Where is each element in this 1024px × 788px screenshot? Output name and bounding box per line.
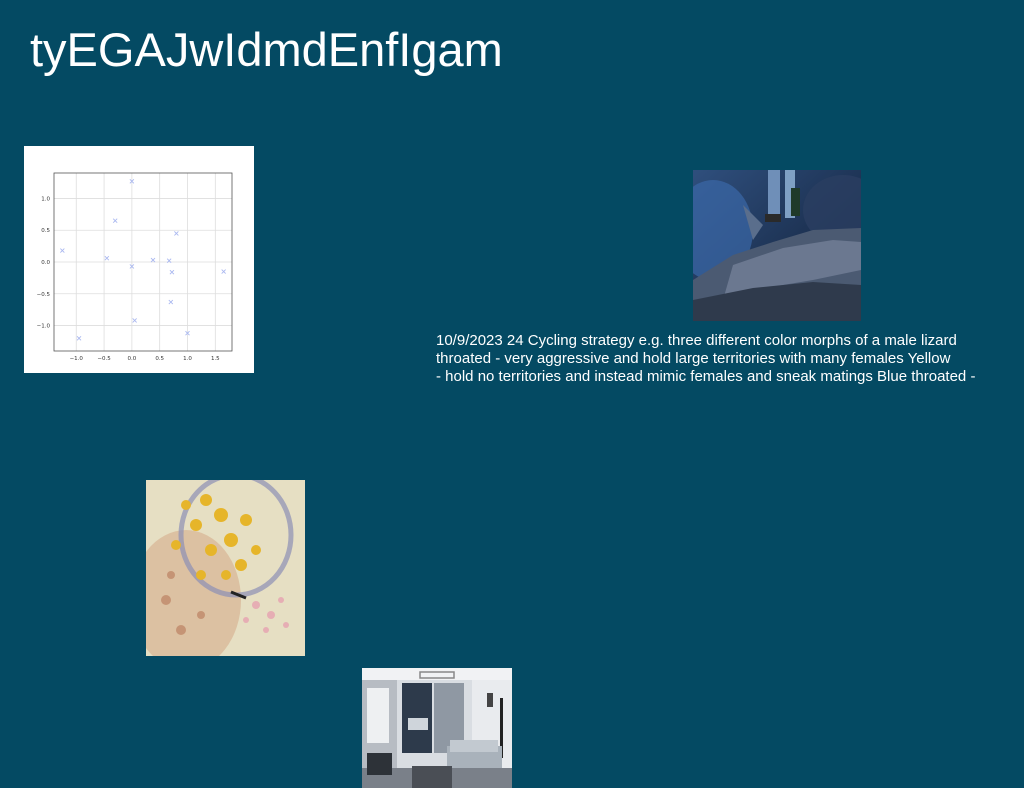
person-on-log-graphic — [693, 170, 861, 321]
y-tick-label: 1.0 — [41, 196, 50, 202]
scatter-point — [60, 248, 65, 253]
caption-line: - hold no territories and instead mimic … — [436, 368, 976, 385]
interior-room-graphic — [362, 668, 512, 788]
caption-text: 10/9/2023 24 Cycling strategy e.g. three… — [436, 332, 1024, 386]
person-on-log-photo — [693, 170, 861, 321]
y-tick-label: −0.5 — [37, 292, 51, 298]
x-tick-label: 1.5 — [211, 356, 220, 362]
x-tick-label: 0.0 — [128, 356, 137, 362]
x-tick-label: 1.0 — [183, 356, 192, 362]
x-tick-label: −1.0 — [70, 356, 84, 362]
scatter-point — [132, 318, 137, 323]
caption-line: 10/9/2023 24 Cycling strategy e.g. three… — [436, 332, 957, 349]
scatter-point — [76, 335, 82, 341]
scatter-point — [150, 257, 156, 263]
scatter-point — [112, 218, 118, 223]
x-tick-label: 0.5 — [155, 356, 164, 362]
interior-room-photo — [362, 668, 512, 788]
abstract-painting-image — [146, 480, 305, 656]
y-tick-label: 0.0 — [41, 260, 50, 266]
scatter-plot-image: −1.0 −0.5 0.0 0.5 1.0 1.5 1.0 0.5 0.0 −0.5 −1.0 — [24, 146, 254, 373]
scatter-point — [174, 231, 179, 236]
abstract-painting-graphic — [146, 480, 305, 656]
scatter-point — [169, 269, 175, 275]
page-title: tyEGAJwIdmdEnfIgam — [30, 23, 503, 76]
x-tick-label: −0.5 — [97, 356, 111, 362]
y-tick-label: −1.0 — [37, 324, 51, 330]
scatter-plot-svg: −1.0 −0.5 0.0 0.5 1.0 1.5 1.0 0.5 0.0 −0.5 −1.0 — [37, 172, 233, 362]
scatter-point — [104, 255, 110, 261]
scatter-point — [168, 299, 174, 305]
caption-line: throated - very aggressive and hold larg… — [436, 350, 951, 367]
y-tick-label: 0.5 — [41, 228, 50, 234]
scatter-point — [221, 269, 226, 274]
